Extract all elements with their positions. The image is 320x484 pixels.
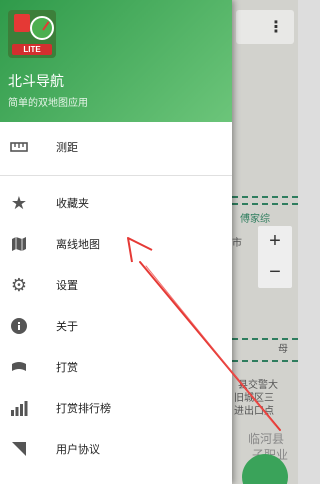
map-label: 进出口点 — [234, 406, 274, 417]
gear-icon: ⚙ — [10, 274, 28, 295]
map-road — [232, 338, 298, 340]
menu-item-user-agreement[interactable]: 用户协议 — [0, 428, 232, 469]
drawer-menu: 测距 ★ 收藏夹 离线地图 ⚙ 设置 关于 打赏 打赏排行榜 用户协议 — [0, 122, 232, 469]
menu-item-label: 打赏 — [56, 361, 78, 374]
menu-item-donation-ranking[interactable]: 打赏排行榜 — [0, 387, 232, 428]
lite-badge: LITE — [12, 44, 52, 55]
menu-item-about[interactable]: 关于 — [0, 305, 232, 346]
menu-item-label: 用户协议 — [56, 443, 100, 456]
flag-icon — [14, 14, 30, 32]
app-title: 北斗导航 — [8, 73, 64, 89]
app-logo: LITE — [8, 10, 56, 58]
menu-item-label: 离线地图 — [56, 238, 100, 251]
menu-item-measure-distance[interactable]: 测距 — [0, 126, 232, 167]
menu-item-label: 收藏夹 — [56, 197, 89, 210]
document-icon — [8, 438, 30, 460]
drawer-header: LITE 北斗导航 简单的双地图应用 — [0, 0, 232, 122]
map-road — [232, 203, 298, 205]
menu-item-favorites[interactable]: ★ 收藏夹 — [0, 182, 232, 223]
menu-item-label: 测距 — [56, 141, 78, 154]
map-icon — [8, 233, 30, 255]
compass-icon — [30, 16, 54, 40]
menu-item-label: 打赏排行榜 — [56, 402, 111, 415]
zoom-in-button[interactable]: + — [258, 226, 292, 257]
map-road — [232, 360, 298, 362]
navigation-drawer: LITE 北斗导航 简单的双地图应用 测距 ★ 收藏夹 离线地图 ⚙ 设置 关于… — [0, 0, 232, 484]
map-search-bar[interactable] — [236, 10, 294, 44]
menu-item-offline-map[interactable]: 离线地图 — [0, 223, 232, 264]
compass-needle — [42, 21, 50, 31]
map-road — [232, 196, 298, 198]
menu-divider — [0, 175, 232, 176]
map-label: 临河县 — [248, 432, 285, 446]
bar-chart-icon — [8, 397, 30, 419]
menu-item-label: 设置 — [56, 279, 78, 292]
menu-item-settings[interactable]: ⚙ 设置 — [0, 264, 232, 305]
map-view[interactable]: ⋮ 傅家综 市 + − 母 县交警大 旧城区三 进出口点 临河县 子职业 — [232, 0, 298, 484]
money-icon — [8, 356, 30, 378]
menu-item-donate[interactable]: 打赏 — [0, 346, 232, 387]
app-subtitle: 简单的双地图应用 — [8, 98, 88, 109]
zoom-out-button[interactable]: − — [258, 257, 292, 288]
zoom-control: + − — [258, 226, 292, 288]
ruler-icon — [8, 136, 30, 158]
info-icon — [8, 315, 30, 337]
map-label: 市 — [232, 238, 242, 249]
map-label: 母 — [278, 344, 288, 355]
star-icon: ★ — [10, 192, 28, 213]
more-options-icon[interactable]: ⋮ — [268, 20, 284, 36]
map-label: 傅家综 — [240, 214, 270, 225]
menu-item-label: 关于 — [56, 320, 78, 333]
